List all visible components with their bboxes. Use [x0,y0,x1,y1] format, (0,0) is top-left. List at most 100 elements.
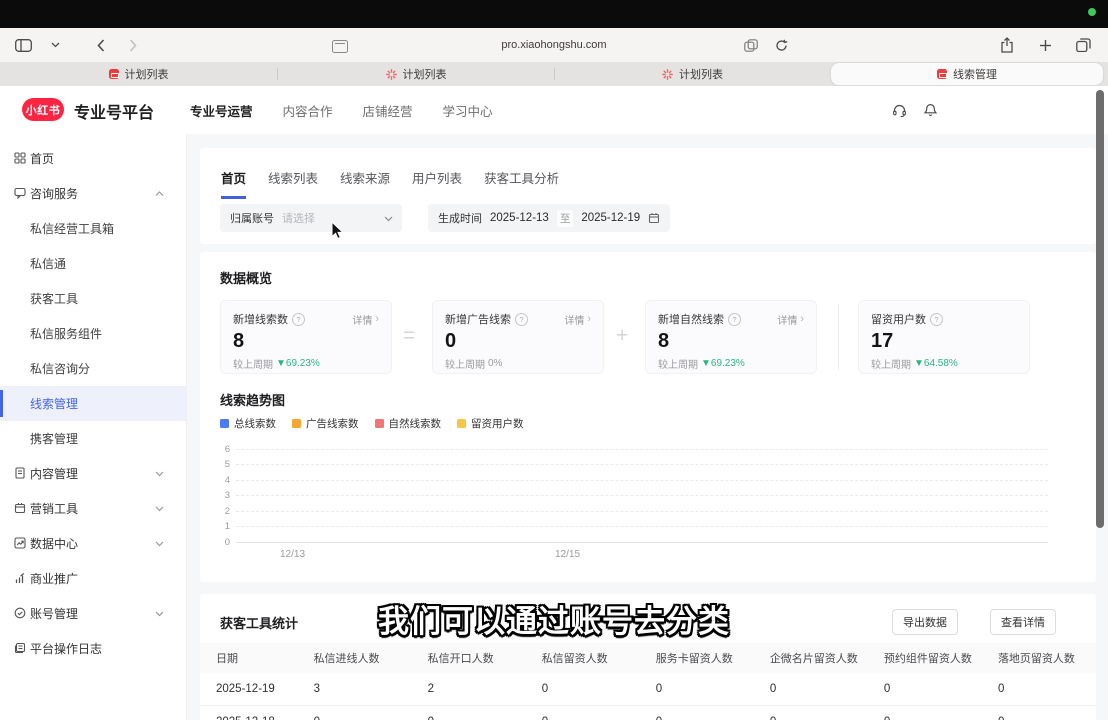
sidebar-item-label: 线索管理 [30,395,78,412]
stat-value: 8 [658,330,804,352]
account-select-placeholder: 请选择 [282,210,315,226]
detail-link[interactable]: 详情 [564,312,591,327]
sidebar-item-dm-toolbox[interactable]: 私信经营工具箱 [0,211,186,246]
scrollbar-thumb[interactable] [1096,90,1104,528]
plus-operator: + [616,324,628,348]
browser-tab-1[interactable]: 计划列表 [0,62,277,86]
browser-tab-2[interactable]: 计划列表 [278,62,554,86]
legend-organic-leads[interactable]: 自然线索数 [375,416,442,431]
sidebar-item-business-promotion[interactable]: 商业推广 [0,561,186,596]
equals-operator: = [403,324,415,348]
table-row-clipped[interactable]: 2025-12-18 0 0 0 0 0 0 0 [200,705,1096,720]
delta-down: ▼69.23% [276,358,320,369]
stat-value: 17 [871,330,1017,352]
stat-value: 8 [233,330,379,352]
legend-swatch-orange [292,419,301,428]
stat-card-new-leads: 新增线索数详情 8 较上周期▼69.23% [220,300,392,374]
sidebar-item-lead-tools[interactable]: 获客工具 [0,281,186,316]
nav-item-learning[interactable]: 学习中心 [443,101,493,120]
tag-icon [14,502,26,514]
nav-item-operation[interactable]: 专业号运营 [190,101,253,120]
tab-group-icon[interactable] [740,34,762,56]
sidebar-item-label: 数据中心 [30,535,78,552]
help-icon[interactable] [930,313,943,326]
forward-icon[interactable] [122,34,144,56]
screen: pro.xiaohongshu.com 计划列表 [0,0,1108,720]
col-booking-widget-retained: 预约组件留资人数 [868,650,982,666]
nav-item-shop[interactable]: 店铺经营 [363,101,413,120]
back-icon[interactable] [90,34,112,56]
browser-tab-4-active[interactable]: 线索管理 [831,63,1103,85]
share-icon[interactable] [996,34,1018,56]
chevron-down-icon [155,506,164,512]
col-dm-retained: 私信留资人数 [526,650,640,666]
browser-tab-3[interactable]: 计划列表 [555,62,830,86]
sidebar-item-marketing-tools[interactable]: 营销工具 [0,491,186,526]
sidebar-item-lead-management-active[interactable]: 线索管理 [0,386,186,421]
tab-label: 计划列表 [679,66,723,82]
data-overview-panel: 数据概览 新增线索数详情 8 较上周期▼69.23% = 新增广告线索详情 0 … [200,252,1096,582]
stat-card-retained-users: 留资用户数 17 较上周期▼64.58% [858,300,1030,374]
stat-name: 新增广告线索 [445,311,511,327]
sidebar-item-label: 营销工具 [30,500,78,517]
help-icon[interactable] [728,313,741,326]
chevron-down-icon[interactable] [44,34,66,56]
stat-card-organic-leads: 新增自然线索详情 8 较上周期▼69.23% [645,300,817,374]
sidebar-item-content-management[interactable]: 内容管理 [0,456,186,491]
xiaohongshu-logo[interactable]: 小红书 [22,98,64,121]
legend-ad-leads[interactable]: 广告线索数 [292,416,359,431]
tab-label: 线索管理 [953,66,997,82]
app-header: 小红书 专业号平台 专业号运营 内容合作 店铺经营 学习中心 [0,86,1108,135]
stat-name: 新增线索数 [233,311,288,327]
customer-service-icon[interactable] [892,103,907,118]
bar-chart-icon [14,572,26,584]
help-icon[interactable] [292,313,305,326]
legend-retained-users[interactable]: 留资用户数 [457,416,524,431]
browser-tab-strip: 计划列表 计划列表 计划列表 线索管理 [0,62,1108,87]
x-axis-tick: 12/13 [280,549,305,560]
sidebar-item-label: 首页 [30,150,54,167]
sidebar-item-label: 私信通 [30,255,66,272]
tab-user-list[interactable]: 用户列表 [412,168,462,199]
sidebar-item-customer-management[interactable]: 携客管理 [0,421,186,456]
date-range-picker[interactable]: 生成时间 2025-12-13 至 2025-12-19 [428,204,670,232]
sidebar-toggle-icon[interactable] [12,34,34,56]
reload-icon[interactable] [770,34,792,56]
tab-lead-tool-analysis[interactable]: 获客工具分析 [484,168,559,199]
tab-home[interactable]: 首页 [221,168,246,199]
tab-overview-icon[interactable] [1072,34,1094,56]
notification-bell-icon[interactable] [923,103,938,118]
window-top-bar [0,0,1108,28]
page-settings-icon[interactable] [332,40,348,53]
detail-link[interactable]: 详情 [352,312,379,327]
y-axis-tick: 1 [212,521,230,532]
video-subtitle: 我们可以通过账号去分类 [0,596,1108,641]
y-axis-tick: 3 [212,490,230,501]
sidebar-item-label: 平台操作日志 [30,640,102,657]
x-axis-tick: 12/15 [555,549,580,560]
legend-total-leads[interactable]: 总线索数 [220,416,276,431]
y-axis-tick: 2 [212,506,230,517]
sidebar-item-label: 获客工具 [30,290,78,307]
sidebar-item-dm-consult-score[interactable]: 私信咨询分 [0,351,186,386]
legend-swatch-blue [220,419,229,428]
stat-name: 新增自然线索 [658,311,724,327]
detail-link[interactable]: 详情 [777,312,804,327]
nav-item-content-coop[interactable]: 内容合作 [283,101,333,120]
tab-lead-source[interactable]: 线索来源 [340,168,390,199]
chevron-down-icon [384,216,393,222]
stat-card-ad-leads: 新增广告线索详情 0 较上周期0% [432,300,604,374]
help-icon[interactable] [515,313,528,326]
sidebar-item-dm-pass[interactable]: 私信通 [0,246,186,281]
account-select[interactable]: 归属账号 请选择 [220,204,402,232]
new-tab-icon[interactable] [1034,34,1056,56]
sidebar-item-home[interactable]: 首页 [0,141,186,176]
col-service-card-retained: 服务卡留资人数 [640,650,754,666]
address-bar[interactable]: pro.xiaohongshu.com [404,28,704,62]
tab-lead-list[interactable]: 线索列表 [268,168,318,199]
sidebar-item-dm-service-widget[interactable]: 私信服务组件 [0,316,186,351]
sidebar-item-consult-service[interactable]: 咨询服务 [0,176,186,211]
sidebar-item-data-center[interactable]: 数据中心 [0,526,186,561]
table-row[interactable]: 2025-12-19 3 2 0 0 0 0 0 [200,673,1096,705]
trend-chart-icon [14,537,26,549]
